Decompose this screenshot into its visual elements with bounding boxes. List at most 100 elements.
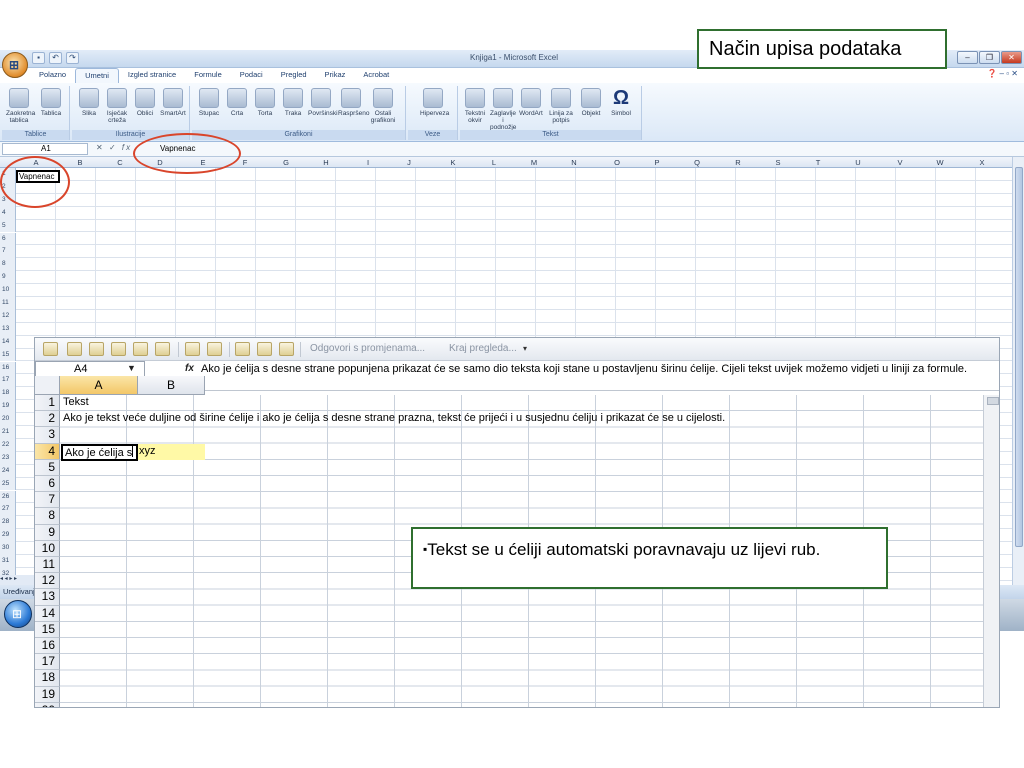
row-header[interactable]: 3	[35, 427, 60, 444]
row-header[interactable]: 13	[0, 322, 16, 336]
row-header[interactable]: 23	[0, 451, 16, 465]
column-header-w[interactable]: W	[920, 158, 960, 167]
pie-chart-button[interactable]: Torta	[252, 88, 278, 117]
column-header-i[interactable]: I	[348, 158, 388, 167]
row-header[interactable]: 11	[35, 557, 60, 574]
column-header-x[interactable]: X	[962, 158, 1002, 167]
row-header[interactable]: 18	[0, 387, 16, 401]
row-header[interactable]: 30	[0, 542, 16, 555]
wordart-button[interactable]: WordArt	[518, 88, 544, 117]
symbol-button[interactable]: Ω Simbol	[608, 88, 634, 117]
row-header[interactable]: 7	[0, 245, 16, 259]
row-header[interactable]: 2	[35, 411, 60, 428]
column-header-h[interactable]: H	[306, 158, 346, 167]
tab-prikaz[interactable]: Prikaz	[316, 68, 355, 83]
tab-polazno[interactable]: Polazno	[30, 68, 75, 83]
column-header-n[interactable]: N	[554, 158, 594, 167]
row-header[interactable]: 6	[35, 476, 60, 493]
row-header[interactable]: 15	[0, 348, 16, 362]
cell-a4-active[interactable]: Ako je ćelija s	[61, 444, 138, 461]
scroll-up-arrow-icon[interactable]	[987, 397, 999, 405]
toolbar-options-icon[interactable]: ▾	[523, 344, 527, 353]
row-header[interactable]: 19	[0, 400, 16, 414]
row-header[interactable]: 21	[0, 426, 16, 439]
select-all-corner[interactable]	[35, 376, 60, 395]
column-header-q[interactable]: Q	[677, 158, 717, 167]
column-header-b[interactable]: B	[138, 376, 205, 395]
tab-formule[interactable]: Formule	[185, 68, 231, 83]
start-button[interactable]: ⊞	[4, 600, 32, 628]
next-comment-icon[interactable]	[133, 342, 148, 356]
clipart-button[interactable]: Isječak crteža	[104, 88, 130, 124]
table-button[interactable]: Tablica	[38, 88, 64, 117]
column-header-t[interactable]: T	[798, 158, 838, 167]
hide-comment-icon[interactable]	[207, 342, 222, 356]
column-header-a[interactable]: A	[60, 376, 138, 395]
column-header-j[interactable]: J	[389, 158, 429, 167]
vertical-scrollbar[interactable]	[983, 395, 999, 707]
row-header[interactable]: 13	[35, 589, 60, 606]
folder-icon[interactable]	[67, 342, 82, 356]
formula-value[interactable]: Ako je ćelija s desne strane popunjena p…	[201, 362, 991, 376]
help-icon[interactable]: ❓ – ▫ ✕	[987, 69, 1018, 78]
column-header-m[interactable]: M	[514, 158, 554, 167]
chevron-down-icon[interactable]: ▼	[127, 363, 136, 373]
send-mail-icon[interactable]	[257, 342, 272, 356]
other-charts-button[interactable]: Ostali grafikoni	[370, 88, 396, 124]
office-button[interactable]: ⊞	[2, 52, 28, 78]
row-header[interactable]: 28	[0, 516, 16, 530]
column-header-v[interactable]: V	[880, 158, 920, 167]
row-header[interactable]: 19	[35, 686, 60, 703]
column-header-c[interactable]: C	[100, 158, 140, 167]
row-header[interactable]: 11	[0, 297, 16, 310]
cell-a1[interactable]: Tekst	[63, 395, 89, 410]
row-header[interactable]: 25	[0, 477, 16, 491]
row-header[interactable]: 22	[0, 438, 16, 452]
tab-acrobat[interactable]: Acrobat	[354, 68, 398, 83]
delete-comment-icon[interactable]	[185, 342, 200, 356]
row-header[interactable]: 8	[0, 258, 16, 272]
end-review-button[interactable]: Kraj pregleda...	[449, 343, 517, 354]
mail-recipient-icon[interactable]	[279, 342, 294, 356]
tab-izgled-stranice[interactable]: Izgled stranice	[119, 68, 185, 83]
row-header[interactable]: 17	[35, 654, 60, 671]
smartart-button[interactable]: SmartArt	[160, 88, 186, 117]
row-header[interactable]: 17	[0, 374, 16, 388]
row-header[interactable]: 12	[0, 309, 16, 323]
row-header[interactable]: 18	[35, 670, 60, 687]
pivot-table-button[interactable]: Zaokretna tablica	[6, 88, 35, 124]
scatter-chart-button[interactable]: Raspršeno	[338, 88, 369, 117]
row-header[interactable]: 16	[35, 638, 60, 655]
row-header[interactable]: 5	[35, 459, 60, 476]
row-header[interactable]: 9	[35, 524, 60, 541]
row-header[interactable]: 8	[35, 508, 60, 525]
row-header[interactable]: 4	[35, 443, 60, 460]
row-header[interactable]: 7	[35, 492, 60, 509]
cancel-icon[interactable]: ✕	[96, 143, 105, 152]
row-header[interactable]: 14	[35, 605, 60, 622]
row-header[interactable]: 16	[0, 361, 16, 375]
name-box[interactable]: A1	[2, 143, 88, 155]
row-header[interactable]: 1	[35, 395, 60, 412]
save-icon[interactable]: ▪	[32, 52, 45, 64]
row-header[interactable]: 10	[35, 540, 60, 557]
track-changes-icon[interactable]	[235, 342, 250, 356]
row-header[interactable]: 20	[0, 413, 16, 426]
row-header[interactable]: 27	[0, 503, 16, 517]
column-header-r[interactable]: R	[718, 158, 758, 167]
fx-icon[interactable]: fx	[122, 143, 132, 152]
vertical-scrollbar[interactable]	[1012, 157, 1024, 597]
column-header-u[interactable]: U	[838, 158, 878, 167]
column-chart-button[interactable]: Stupac	[196, 88, 222, 117]
row-header[interactable]: 5	[0, 219, 16, 233]
prev-comment-icon[interactable]	[111, 342, 126, 356]
row-header[interactable]: 6	[0, 232, 16, 246]
hyperlink-button[interactable]: Hiperveza	[420, 88, 449, 117]
row-header[interactable]: 29	[0, 529, 16, 543]
row-header[interactable]: 15	[35, 621, 60, 638]
row-header[interactable]: 14	[0, 335, 16, 349]
show-comment-icon[interactable]	[155, 342, 170, 356]
line-chart-button[interactable]: Crta	[224, 88, 250, 117]
row-header[interactable]: 31	[0, 555, 16, 568]
tab-umetni[interactable]: Umetni	[75, 68, 119, 83]
